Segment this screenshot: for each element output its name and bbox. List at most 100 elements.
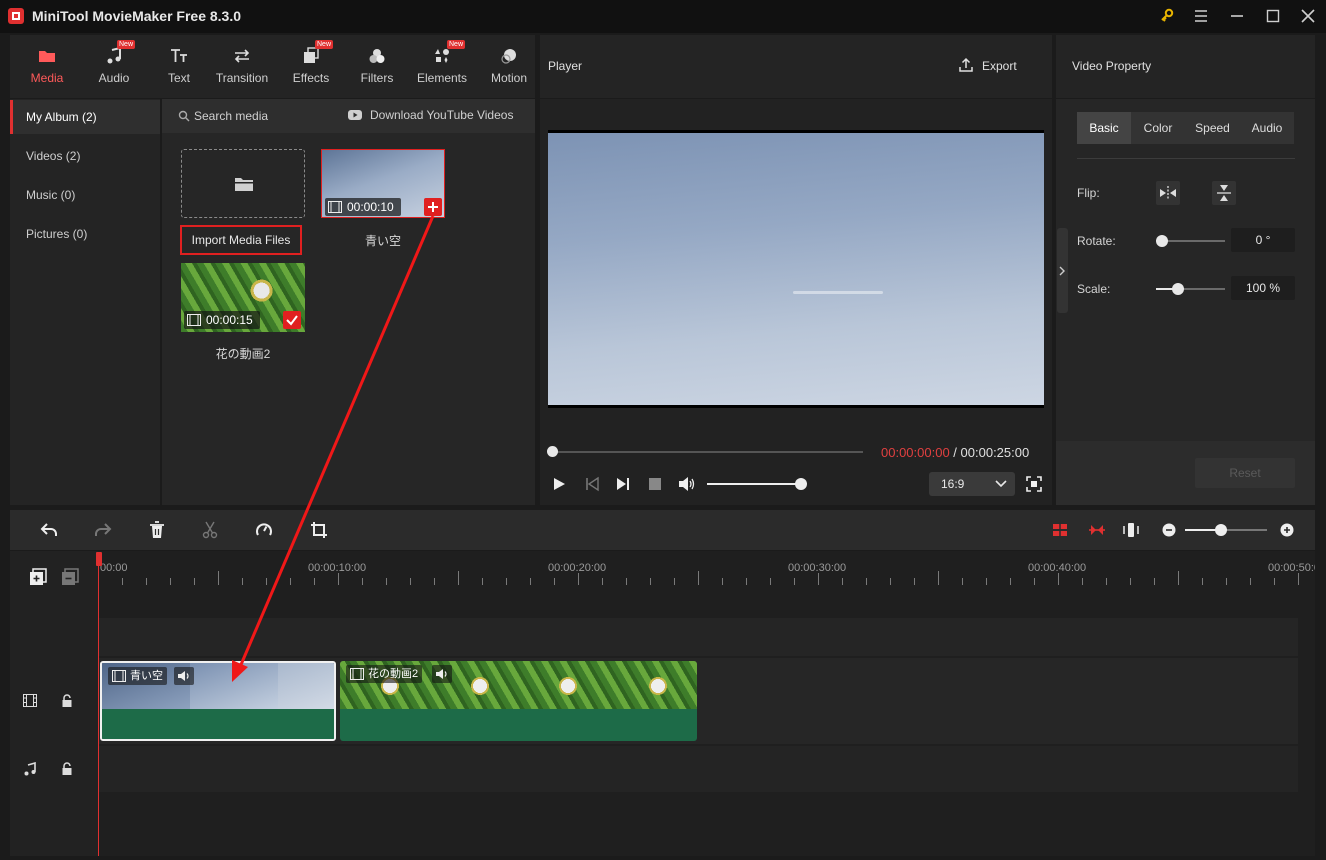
fit-timeline-button[interactable] — [1123, 521, 1139, 539]
rotate-value-input[interactable]: 0 ° — [1231, 228, 1295, 252]
tab-elements[interactable]: Elements New — [411, 35, 473, 98]
download-youtube-button[interactable]: Download YouTube Videos — [370, 108, 513, 122]
tab-basic[interactable]: Basic — [1077, 112, 1131, 144]
tab-transition[interactable]: Transition — [211, 35, 273, 98]
playback-progress-bar[interactable] — [552, 451, 863, 453]
tab-text-label: Text — [167, 71, 190, 85]
property-panel: Basic Color Speed Audio Flip: Rotate: 0 … — [1056, 99, 1315, 505]
redo-icon — [95, 523, 112, 536]
rotate-slider-track[interactable] — [1161, 240, 1225, 242]
ruler-tick — [170, 578, 171, 585]
fit-icon — [1123, 523, 1139, 537]
fullscreen-button[interactable] — [1026, 476, 1042, 492]
tab-audio[interactable]: Audio New — [83, 35, 145, 98]
video-track-lock-button[interactable] — [61, 694, 73, 708]
flip-horizontal-button[interactable] — [1156, 181, 1180, 205]
playback-progress-knob[interactable] — [547, 446, 558, 457]
clip-audio-waveform — [340, 709, 697, 741]
clip-label: 青い空 — [108, 667, 167, 685]
sidebar-item-my-album[interactable]: My Album (2) — [10, 100, 160, 134]
skip-forward-icon — [617, 478, 629, 490]
flip-vertical-button[interactable] — [1212, 181, 1236, 205]
search-media-input[interactable]: Search media — [194, 109, 268, 123]
ruler-tick — [770, 578, 771, 585]
property-header: Video Property — [1056, 35, 1315, 98]
stop-icon — [649, 478, 661, 490]
clip-volume-icon[interactable] — [174, 667, 194, 685]
panel-collapse-handle[interactable] — [1057, 228, 1068, 313]
reset-button[interactable]: Reset — [1195, 458, 1295, 488]
scale-value-input[interactable]: 100 % — [1231, 276, 1295, 300]
volume-slider-knob[interactable] — [795, 478, 807, 490]
time-display: 00:00:00:00 / 00:00:25:00 — [881, 445, 1029, 460]
ruler-tick — [146, 578, 147, 585]
tab-media[interactable]: Media — [16, 35, 78, 98]
ruler-tick — [1010, 578, 1011, 585]
volume-icon — [436, 669, 447, 679]
menu-icon[interactable] — [1189, 6, 1213, 26]
ruler-tick — [842, 578, 843, 585]
volume-button[interactable] — [678, 476, 696, 492]
tab-color[interactable]: Color — [1131, 112, 1185, 144]
tab-text[interactable]: Text — [148, 35, 210, 98]
stop-button[interactable] — [648, 477, 662, 491]
clip-frame — [190, 663, 278, 709]
zoom-out-button[interactable] — [1162, 523, 1176, 537]
zoom-slider-knob[interactable] — [1215, 524, 1227, 536]
timeline-clip-flower[interactable]: 花の動画2 — [340, 661, 697, 741]
folder-icon — [39, 51, 55, 62]
import-media-tile[interactable] — [181, 149, 305, 218]
undo-button[interactable] — [40, 522, 58, 538]
import-media-files-button[interactable]: Import Media Files — [180, 225, 302, 255]
video-track-icon — [23, 694, 37, 707]
clip-volume-icon[interactable] — [432, 665, 452, 683]
aspect-ratio-select[interactable]: 16:9 — [929, 472, 1015, 496]
crop-button[interactable] — [310, 521, 328, 539]
added-check-badge — [283, 311, 301, 329]
split-button[interactable] — [202, 521, 218, 539]
minimize-button[interactable] — [1225, 6, 1249, 26]
media-tile-flower[interactable]: 00:00:15 — [181, 263, 305, 332]
tab-filters[interactable]: Filters — [346, 35, 408, 98]
sidebar-item-pictures[interactable]: Pictures (0) — [10, 217, 160, 251]
scale-slider-knob[interactable] — [1172, 283, 1184, 295]
tab-elements-label: Elements — [416, 71, 468, 85]
key-icon[interactable] — [1155, 6, 1179, 26]
ruler-tick — [266, 578, 267, 585]
delete-button[interactable] — [149, 521, 165, 539]
volume-slider-track[interactable] — [707, 483, 801, 485]
play-button[interactable] — [551, 476, 567, 492]
ruler-label: 00:00:10:00 — [308, 562, 367, 574]
search-icon — [178, 110, 190, 122]
prev-frame-button[interactable] — [584, 476, 600, 492]
close-button[interactable] — [1296, 6, 1320, 26]
sidebar-item-videos[interactable]: Videos (2) — [10, 139, 160, 173]
playhead-handle[interactable] — [96, 552, 102, 566]
film-icon — [350, 668, 364, 680]
timeline-clip-sky[interactable]: 青い空 — [100, 661, 336, 741]
snap-button[interactable] — [1051, 521, 1069, 539]
playhead-line[interactable] — [98, 553, 99, 856]
remove-track-button[interactable] — [61, 568, 79, 586]
audio-track-lock-button[interactable] — [61, 762, 73, 776]
tab-motion[interactable]: Motion — [478, 35, 540, 98]
tab-speed[interactable]: Speed — [1185, 112, 1240, 144]
zoom-in-button[interactable] — [1280, 523, 1294, 537]
add-track-button[interactable] — [29, 568, 47, 586]
tab-effects[interactable]: Effects New — [280, 35, 342, 98]
split-audio-button[interactable] — [1088, 521, 1106, 539]
add-to-timeline-button[interactable] — [424, 198, 442, 216]
filters-icon — [369, 49, 385, 63]
tab-audio-property[interactable]: Audio — [1240, 112, 1294, 144]
export-button[interactable]: Export — [956, 53, 1042, 79]
speed-button[interactable] — [255, 521, 273, 539]
sidebar-item-music[interactable]: Music (0) — [10, 178, 160, 212]
next-frame-button[interactable] — [615, 476, 631, 492]
maximize-button[interactable] — [1261, 6, 1285, 26]
ruler-tick — [290, 578, 291, 585]
new-badge: New — [315, 40, 334, 49]
rotate-slider-knob[interactable] — [1156, 235, 1168, 247]
redo-button[interactable] — [94, 522, 112, 538]
unlock-icon — [62, 694, 72, 707]
media-tile-sky[interactable]: 00:00:10 — [321, 149, 445, 218]
